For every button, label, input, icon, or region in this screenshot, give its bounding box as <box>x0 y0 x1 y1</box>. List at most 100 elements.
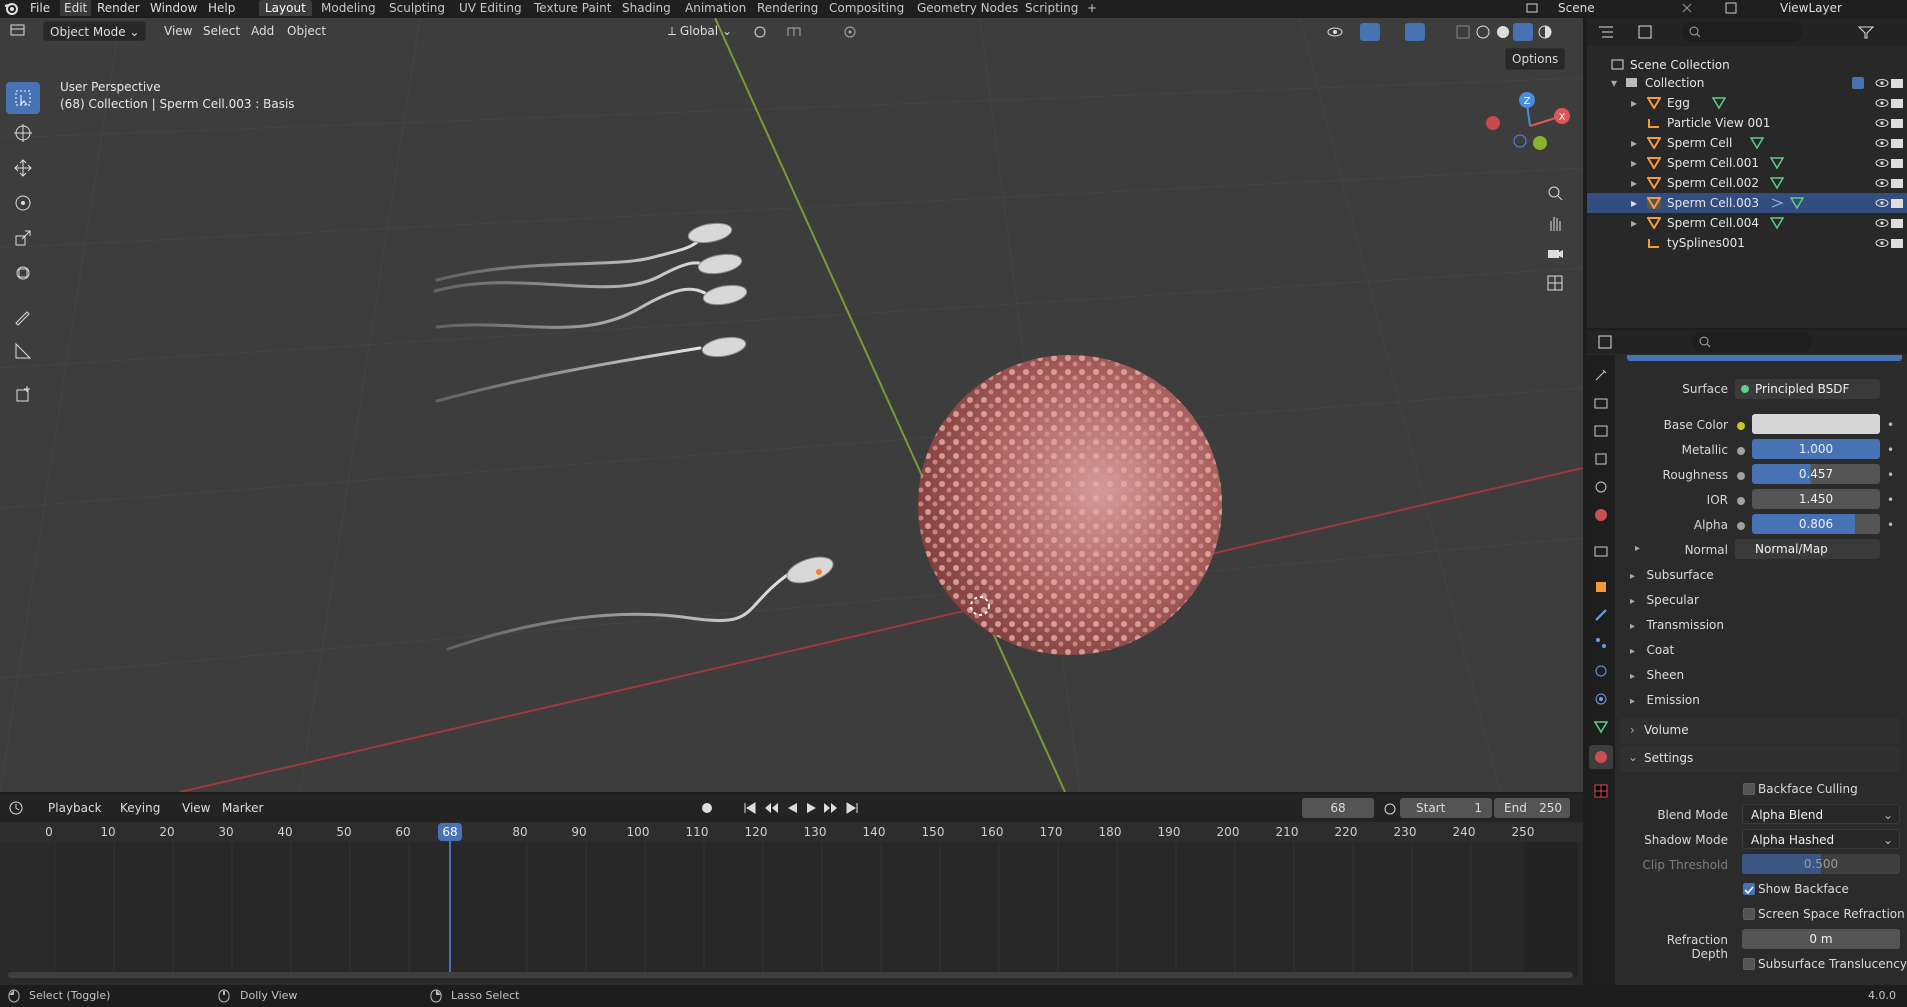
stopwatch-icon[interactable] <box>1383 801 1397 815</box>
keyframe-dot-icon[interactable]: • <box>1887 518 1894 532</box>
outliner-item-sperm-cell[interactable]: ▸ Sperm Cell <box>1587 133 1907 153</box>
properties-editor-icon[interactable] <box>1597 334 1617 350</box>
tab-rendering[interactable]: Rendering <box>757 0 818 16</box>
output-tab-icon[interactable] <box>1593 423 1609 439</box>
camera-render-icon[interactable] <box>1890 77 1904 89</box>
select-box-tool[interactable] <box>6 82 40 114</box>
ior-field[interactable]: 1.450 <box>1752 489 1880 509</box>
eye-icon[interactable] <box>1875 157 1889 169</box>
material-slot-bar[interactable] <box>1627 355 1902 361</box>
xray-icon[interactable] <box>1455 24 1471 40</box>
start-frame-field[interactable]: Start 1 <box>1400 798 1492 818</box>
visibility-icon[interactable] <box>1326 24 1344 40</box>
menu-view-timeline[interactable]: View <box>182 798 210 818</box>
options-dropdown[interactable]: Options <box>1505 48 1566 70</box>
menu-object[interactable]: Object <box>287 21 326 41</box>
tool-tab-icon[interactable] <box>1593 367 1609 383</box>
screen-space-refraction-checkbox[interactable] <box>1743 908 1755 920</box>
object-tab-icon[interactable] <box>1593 579 1609 595</box>
cursor-tool[interactable] <box>6 117 40 149</box>
sheen-section[interactable]: ▸ Sheen <box>1630 668 1684 682</box>
physics-tab-icon[interactable] <box>1593 663 1609 679</box>
end-frame-field[interactable]: End 250 <box>1494 798 1570 818</box>
outliner-item-sperm-cell-003[interactable]: ▸ Sperm Cell.003 <box>1587 193 1907 213</box>
base-color-swatch[interactable] <box>1752 414 1880 434</box>
menu-add[interactable]: Add <box>251 21 274 41</box>
scale-tool[interactable] <box>6 222 40 254</box>
outliner-item-sperm-cell-002[interactable]: ▸ Sperm Cell.002 <box>1587 173 1907 193</box>
clip-threshold-slider[interactable]: 0.500 <box>1742 854 1900 874</box>
keyframe-dot-icon[interactable]: • <box>1887 468 1894 482</box>
material-preview-shading-button[interactable] <box>1513 23 1533 41</box>
display-mode-icon[interactable] <box>1637 24 1657 40</box>
modifier-tab-icon[interactable] <box>1593 607 1609 623</box>
emission-section[interactable]: ▸ Emission <box>1630 693 1700 707</box>
collection-tab-icon[interactable] <box>1593 543 1609 559</box>
camera-render-icon[interactable] <box>1890 157 1904 169</box>
eye-icon[interactable] <box>1875 137 1889 149</box>
expand-arrow-icon[interactable]: ▾ <box>1611 73 1617 93</box>
playhead-line[interactable] <box>449 841 451 977</box>
move-tool[interactable] <box>6 152 40 184</box>
eye-icon[interactable] <box>1875 197 1889 209</box>
outliner-item-tysplines[interactable]: tySplines001 <box>1587 233 1907 253</box>
specular-section[interactable]: ▸ Specular <box>1630 593 1699 607</box>
proportional-edit-icon[interactable] <box>842 24 860 40</box>
play-reverse-icon[interactable] <box>785 801 799 815</box>
transform-orientation-dropdown[interactable]: ⟂ Global ⌄ <box>668 21 732 41</box>
expand-arrow-icon[interactable]: ▸ <box>1631 133 1637 153</box>
collection-exclude-checkbox[interactable] <box>1852 77 1864 89</box>
subsurface-translucency-checkbox[interactable] <box>1743 958 1755 970</box>
current-frame-field[interactable]: 68 <box>1302 798 1374 818</box>
view-layer-name[interactable]: ViewLayer <box>1780 0 1842 16</box>
camera-render-icon[interactable] <box>1890 97 1904 109</box>
gizmo-toggle-button[interactable] <box>1360 23 1380 41</box>
tab-compositing[interactable]: Compositing <box>829 0 904 16</box>
show-backface-checkbox[interactable] <box>1743 883 1755 895</box>
texture-tab-icon[interactable] <box>1593 783 1609 799</box>
play-icon[interactable] <box>805 801 819 815</box>
menu-marker[interactable]: Marker <box>222 798 263 818</box>
zoom-icon[interactable] <box>1545 183 1565 203</box>
tab-shading[interactable]: Shading <box>622 0 671 16</box>
tab-geometry-nodes[interactable]: Geometry Nodes <box>917 0 1018 16</box>
backface-culling-checkbox[interactable] <box>1743 783 1755 795</box>
snap-icon[interactable] <box>785 24 803 40</box>
menu-edit[interactable]: Edit <box>60 0 92 16</box>
tab-animation[interactable]: Animation <box>685 0 746 16</box>
data-tab-icon[interactable] <box>1593 719 1609 735</box>
mode-dropdown[interactable]: Object Mode ⌄ <box>43 21 147 41</box>
add-workspace-button[interactable]: + <box>1087 0 1097 16</box>
camera-render-icon[interactable] <box>1890 117 1904 129</box>
eye-icon[interactable] <box>1875 237 1889 249</box>
grid-view-icon[interactable] <box>1545 273 1565 293</box>
transform-tool[interactable] <box>6 257 40 289</box>
settings-panel-header[interactable]: ⌄ Settings <box>1620 746 1900 772</box>
normal-map-field[interactable]: Normal/Map <box>1735 539 1880 559</box>
timeline-track-area[interactable] <box>54 842 1578 977</box>
keyframe-dot-icon[interactable]: • <box>1887 493 1894 507</box>
roughness-slider[interactable]: 0.457 <box>1752 464 1880 484</box>
tab-sculpting[interactable]: Sculpting <box>389 0 445 16</box>
menu-keying[interactable]: Keying <box>120 798 160 818</box>
metallic-slider[interactable]: 1.000 <box>1752 439 1880 459</box>
camera-render-icon[interactable] <box>1890 137 1904 149</box>
menu-file[interactable]: File <box>30 0 50 16</box>
pivot-icon[interactable] <box>752 24 770 40</box>
outliner-item-egg[interactable]: ▸ Egg <box>1587 93 1907 113</box>
menu-window[interactable]: Window <box>150 0 197 16</box>
rendered-shading-icon[interactable] <box>1537 24 1553 40</box>
record-icon[interactable] <box>700 801 714 815</box>
outliner-scene-collection[interactable]: Scene Collection <box>1587 55 1907 75</box>
jump-start-icon[interactable] <box>743 801 757 815</box>
tab-layout[interactable]: Layout <box>259 0 312 16</box>
shadow-mode-dropdown[interactable]: Alpha Hashed ⌄ <box>1742 829 1900 849</box>
expand-arrow-icon[interactable]: ▸ <box>1631 153 1637 173</box>
coat-section[interactable]: ▸ Coat <box>1630 643 1674 657</box>
menu-playback[interactable]: Playback <box>48 798 102 818</box>
eye-icon[interactable] <box>1875 97 1889 109</box>
camera-render-icon[interactable] <box>1890 177 1904 189</box>
eye-icon[interactable] <box>1875 117 1889 129</box>
eye-icon[interactable] <box>1875 77 1889 89</box>
alpha-slider[interactable]: 0.806 <box>1752 514 1880 534</box>
